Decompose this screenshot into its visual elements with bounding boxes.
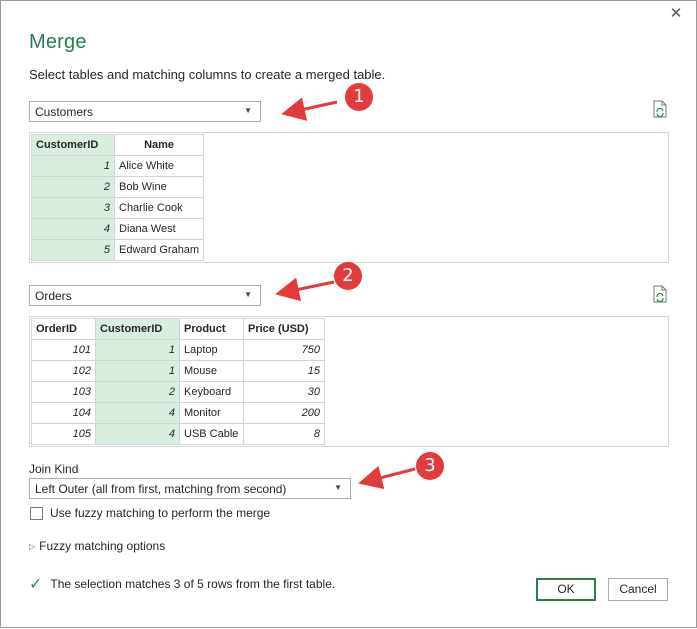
merge-dialog: ✕ Merge Select tables and matching colum…: [0, 0, 697, 628]
arrow-1: [281, 97, 338, 121]
callout-1: 1: [345, 83, 373, 111]
callout-2: 2: [334, 262, 362, 290]
arrow-2: [275, 277, 335, 302]
callout-3: 3: [416, 452, 444, 480]
arrow-3: [358, 465, 416, 490]
